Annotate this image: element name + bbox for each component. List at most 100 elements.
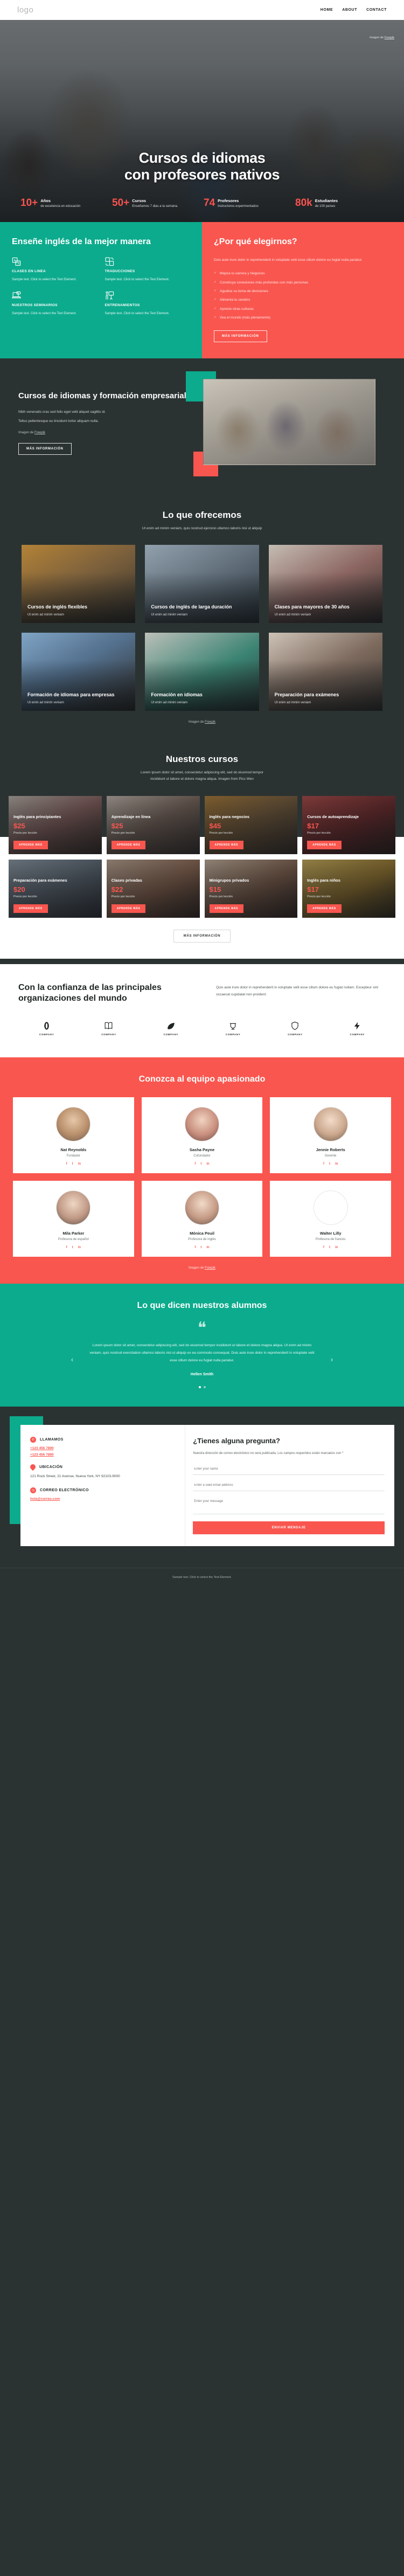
testimonial-dot[interactable] — [198, 1386, 201, 1389]
offering-card[interactable]: Preparación para exámenes Ut enim ad mini… — [268, 632, 382, 711]
client-logo[interactable]: COMPANY — [329, 1021, 386, 1036]
learn-more-button[interactable]: APRENDE MÁS — [209, 904, 244, 913]
facebook-icon[interactable]: f — [194, 1162, 196, 1166]
learn-more-button[interactable]: APRENDE MÁS — [13, 840, 48, 849]
twitter-icon[interactable]: t — [329, 1246, 330, 1249]
pricing-more-info-button[interactable]: MÁS INFORMACIÓN — [173, 929, 231, 943]
client-logo-name: COMPANY — [101, 1033, 116, 1036]
feature-item[interactable]: ENTRENAMIENTOS Sample text. Click to sel… — [105, 291, 191, 316]
offering-text: Ut enim ad minim veniam — [27, 701, 64, 704]
submit-button[interactable]: ENVIAR MENSAJE — [193, 1521, 385, 1535]
offering-card[interactable]: Formación de idiomas para empresas Ut eni… — [22, 632, 136, 711]
price-card[interactable]: Minigrupos privados $15 Precio por lecci… — [204, 859, 298, 918]
feature-item[interactable]: A文 CLASES EN LINEA Sample text. Click to… — [12, 257, 97, 282]
svg-text:A: A — [14, 259, 16, 262]
linkedin-icon[interactable]: in — [206, 1246, 209, 1249]
check-label: Alimenta tu cerebro — [220, 298, 250, 302]
twitter-icon[interactable]: t — [72, 1162, 73, 1166]
feature-text: Sample text. Click to select the Text El… — [12, 312, 76, 316]
offering-card[interactable]: Cursos de inglés de larga duración Ut eni… — [145, 544, 259, 623]
stat-number: 74 — [204, 197, 215, 209]
linkedin-icon[interactable]: in — [78, 1246, 81, 1249]
price-card[interactable]: Inglés para niños $17 Precio por lección… — [302, 859, 395, 918]
price-period: Precio por lección — [13, 831, 37, 835]
learn-more-button[interactable]: APRENDE MÁS — [307, 840, 342, 849]
price-card-title: Minigrupos privados — [209, 878, 249, 883]
phone-link-2[interactable]: +123 456 7890 — [30, 1453, 176, 1457]
facebook-icon[interactable]: f — [194, 1246, 196, 1249]
offering-card[interactable]: Formación en idiomas Ut enim ad minim ven… — [145, 632, 259, 711]
hero-stats: 10+ Años de excelencia en educación 50+ … — [18, 198, 386, 209]
price-card[interactable]: Clases privadas $22 Precio por lección A… — [106, 859, 200, 918]
client-logo[interactable]: COMPANY — [80, 1021, 137, 1036]
email-link[interactable]: hola@correo.com — [30, 1497, 176, 1501]
client-logo[interactable]: COMPANY — [18, 1021, 75, 1036]
price-card[interactable]: Cursos de autoaprendizaje $17 Precio por… — [302, 795, 395, 854]
twitter-icon[interactable]: t — [72, 1246, 73, 1249]
linkedin-icon[interactable]: in — [335, 1162, 338, 1166]
feature-item[interactable]: NUESTROS SEMINARIOS Sample text. Click t… — [12, 291, 97, 316]
twitter-icon[interactable]: t — [200, 1162, 201, 1166]
offerings-credit-link[interactable]: Freepik — [205, 721, 215, 724]
stat-number: 80k — [295, 197, 312, 209]
team-member-card[interactable]: Walter Lilly Profesora de francés f t in — [270, 1181, 391, 1257]
name-input[interactable] — [193, 1464, 385, 1476]
offering-title: Formación en idiomas — [151, 691, 203, 697]
email-input[interactable] — [193, 1480, 385, 1492]
offering-card[interactable]: Clases para mayores de 30 años Ut enim ad… — [268, 544, 382, 623]
why-check-list: ✓ Mejora tu carrera y Negocios ✓ Construya… — [214, 271, 392, 321]
client-logo[interactable]: COMPANY — [267, 1021, 323, 1036]
business-credit-link[interactable]: Freepik — [34, 431, 45, 434]
testimonial-dot[interactable] — [203, 1386, 206, 1389]
nav-item-contact[interactable]: CONTACT — [366, 8, 387, 12]
price-card[interactable]: Preparación para exámenes $20 Precio por… — [9, 859, 102, 918]
facebook-icon[interactable]: f — [323, 1246, 324, 1249]
price-card[interactable]: Inglés para negocios $45 Precio por lecc… — [204, 795, 298, 854]
team-member-card[interactable]: Jennie Roberts Gerente f t in — [270, 1097, 391, 1174]
team-member-card[interactable]: Mila Parker Profesora de español f t in — [13, 1181, 134, 1257]
learn-more-button[interactable]: APRENDE MÁS — [307, 904, 342, 913]
learn-more-button[interactable]: APRENDE MÁS — [111, 840, 146, 849]
hero-credit-link[interactable]: Freepik — [385, 36, 394, 39]
team-member-card[interactable]: Nat Reynolds Fundador f t in — [13, 1097, 134, 1174]
why-more-info-button[interactable]: MÁS INFORMACIÓN — [214, 330, 267, 342]
price-card[interactable]: Inglés para principiantes $25 Precio por… — [9, 795, 102, 854]
testimonial-prev-button[interactable]: ‹ — [68, 1355, 76, 1363]
teach-panel: Enseñe inglés de la mejor manera A文 CLAS… — [0, 222, 202, 358]
testimonial-text: Lorem ipsum dolor sit amet, consectetur … — [89, 1344, 315, 1362]
linkedin-icon[interactable]: in — [78, 1162, 81, 1166]
nav-item-about[interactable]: ABOUT — [342, 8, 357, 12]
client-logo[interactable]: COMPANY — [205, 1021, 261, 1036]
twitter-icon[interactable]: t — [200, 1246, 201, 1249]
price-period: Precio por lección — [307, 895, 331, 898]
check-icon: ✓ — [214, 289, 217, 293]
opera-logo-icon — [18, 1021, 75, 1031]
feature-item[interactable]: TRADUCCIONES Sample text. Click to selec… — [105, 257, 191, 282]
team-member-card[interactable]: Sasha Payne Cofundador f t in — [141, 1097, 263, 1174]
testimonials-title: Lo que dicen nuestros alumnos — [137, 1301, 267, 1311]
team-credit-link[interactable]: Freepik — [205, 1266, 215, 1270]
learn-more-button[interactable]: APRENDE MÁS — [13, 904, 48, 913]
twitter-icon[interactable]: t — [329, 1162, 330, 1166]
message-input[interactable] — [193, 1496, 385, 1515]
site-logo[interactable]: logo — [17, 5, 33, 15]
map-pin-icon — [29, 1463, 37, 1471]
testimonial-next-button[interactable]: › — [328, 1355, 336, 1363]
linkedin-icon[interactable]: in — [335, 1246, 338, 1249]
business-more-info-button[interactable]: MÁS INFORMACIÓN — [18, 443, 72, 455]
team-member-card[interactable]: Mónica Peuil Profesora de inglés f t in — [141, 1181, 263, 1257]
learn-more-button[interactable]: APRENDE MÁS — [209, 840, 244, 849]
learn-more-button[interactable]: APRENDE MÁS — [111, 904, 146, 913]
facebook-icon[interactable]: f — [323, 1162, 324, 1166]
stat-number: 50+ — [112, 197, 130, 209]
client-logo[interactable]: COMPANY — [143, 1021, 199, 1036]
nav-item-home[interactable]: HOME — [321, 8, 333, 12]
teach-feature-grid: A文 CLASES EN LINEA Sample text. Click to… — [12, 257, 190, 317]
linkedin-icon[interactable]: in — [206, 1162, 209, 1166]
facebook-icon[interactable]: f — [66, 1162, 67, 1166]
hero-title-line2: con profesores nativos — [124, 167, 280, 183]
phone-link-1[interactable]: +123 456 7890 — [30, 1446, 176, 1450]
facebook-icon[interactable]: f — [66, 1246, 67, 1249]
offering-card[interactable]: Cursos de inglés flexibles Ut enim ad min… — [22, 544, 136, 623]
price-card[interactable]: Aprendizaje en línea $25 Precio por lecc… — [106, 795, 200, 854]
